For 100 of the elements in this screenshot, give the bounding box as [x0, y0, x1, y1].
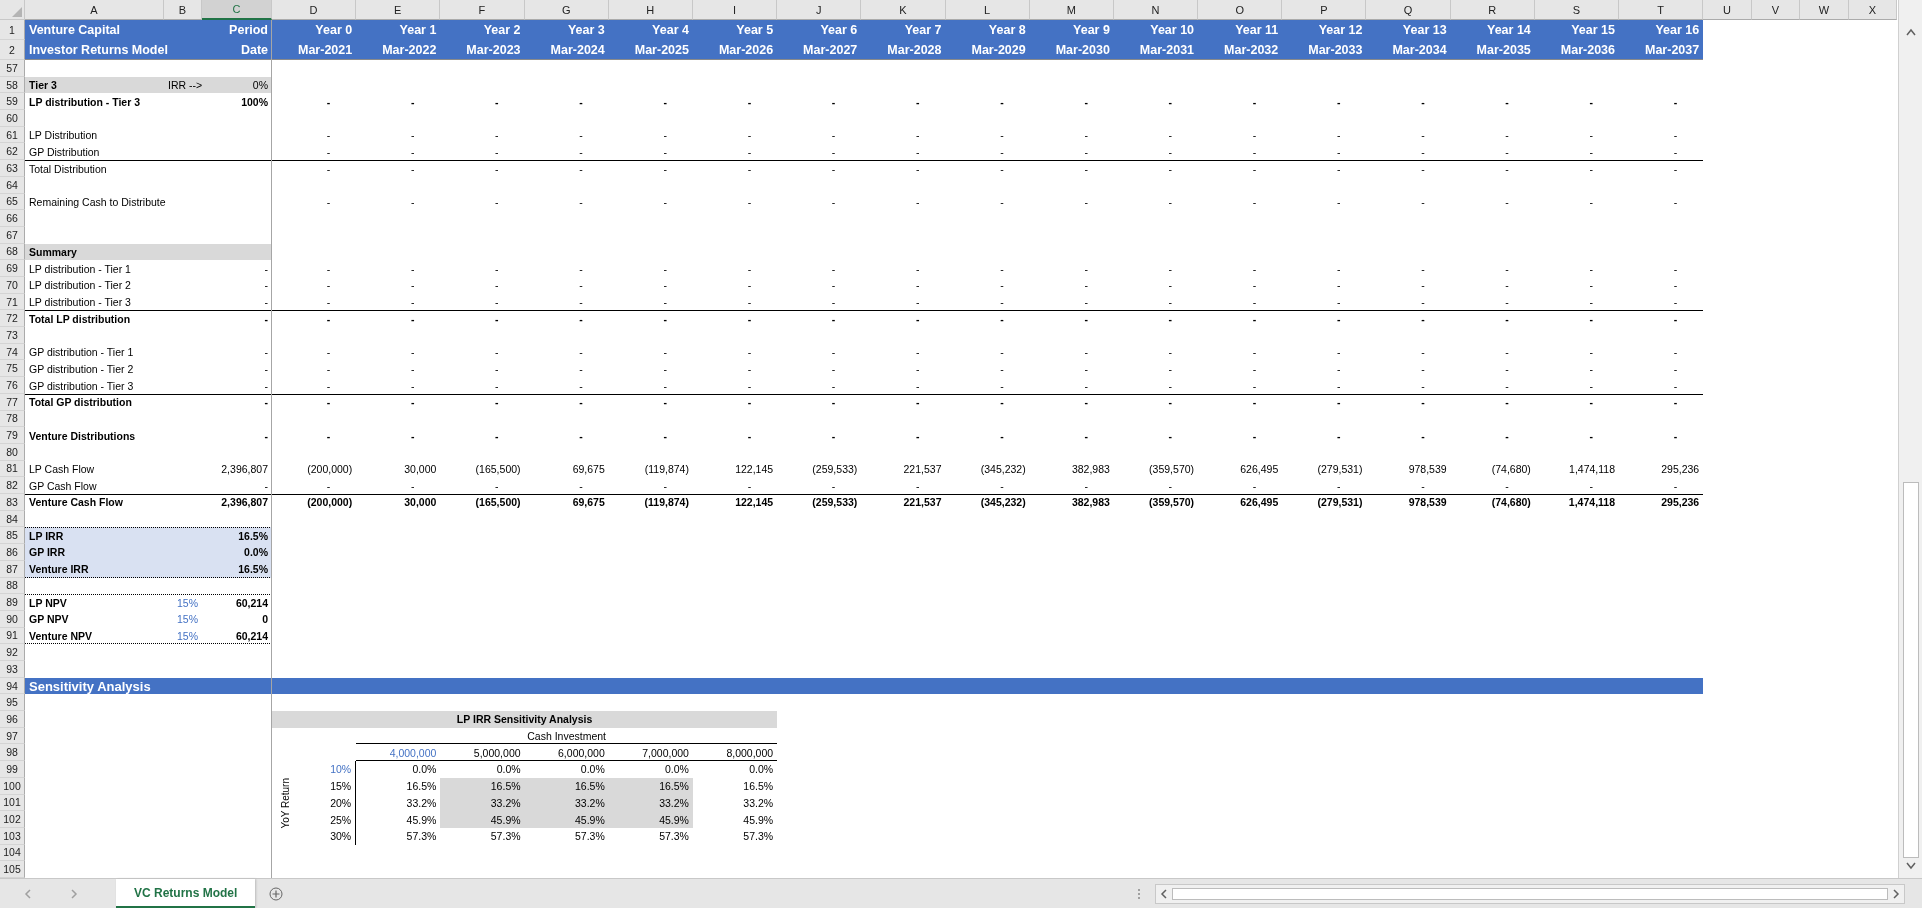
cell-value: -: [263, 428, 269, 444]
row-header[interactable]: 92: [0, 644, 25, 661]
column-header[interactable]: S: [1534, 0, 1619, 20]
cell-value: (119,874): [643, 462, 690, 477]
previous-sheet-icon[interactable]: [24, 888, 32, 899]
row-header[interactable]: 60: [0, 110, 25, 127]
column-header[interactable]: M: [1029, 0, 1114, 20]
row-header[interactable]: 69: [0, 260, 25, 277]
next-sheet-icon[interactable]: [70, 888, 78, 899]
cell-value: 0.0%: [664, 762, 690, 778]
period-label: Mar-2024: [549, 42, 606, 59]
column-header[interactable]: V: [1751, 0, 1801, 20]
row-header[interactable]: 102: [0, 811, 25, 828]
column-header[interactable]: K: [861, 0, 946, 20]
column-header[interactable]: C: [202, 0, 272, 20]
scroll-left-icon[interactable]: [1160, 888, 1168, 899]
row-header[interactable]: 1: [0, 20, 25, 40]
period-label: Mar-2026: [717, 42, 775, 59]
cell-value: -: [1672, 128, 1679, 144]
cell-value: -: [1083, 144, 1089, 160]
cell-value: -: [1588, 278, 1594, 294]
column-header[interactable]: R: [1450, 0, 1535, 20]
row-header[interactable]: 2: [0, 40, 25, 60]
metric-value: 16.5%: [237, 528, 269, 544]
cell-value: -: [1335, 161, 1342, 177]
scroll-right-icon[interactable]: [1892, 888, 1900, 899]
metric-value: 16.5%: [237, 562, 269, 578]
row-header[interactable]: 98: [0, 744, 25, 762]
scroll-down-icon[interactable]: [1905, 862, 1916, 870]
column-header[interactable]: X: [1848, 0, 1898, 20]
cell-value: -: [830, 361, 837, 377]
row-header[interactable]: 82: [0, 477, 25, 495]
cell-value: 382,983: [1070, 495, 1111, 511]
sheet-tab[interactable]: VC Returns Model: [116, 879, 256, 908]
column-header[interactable]: J: [777, 0, 862, 20]
cell-value: -: [1420, 478, 1426, 494]
row-header[interactable]: 57: [0, 60, 25, 77]
row-header[interactable]: 76: [0, 377, 25, 394]
row-header[interactable]: 63: [0, 160, 25, 177]
column-header[interactable]: W: [1800, 0, 1849, 20]
column-header[interactable]: I: [692, 0, 778, 20]
cell-value: -: [1504, 144, 1510, 160]
column-header[interactable]: P: [1282, 0, 1367, 20]
row-header[interactable]: 66: [0, 210, 25, 227]
column-header[interactable]: O: [1198, 0, 1283, 20]
column-header[interactable]: Q: [1366, 0, 1451, 20]
row-header[interactable]: 99: [0, 761, 25, 778]
column-header[interactable]: G: [524, 0, 609, 20]
period-label: Mar-2029: [970, 42, 1027, 59]
row-header[interactable]: 70: [0, 277, 25, 294]
cell-value: -: [578, 361, 584, 377]
row-header[interactable]: 59: [0, 93, 25, 111]
row-header[interactable]: 86: [0, 544, 25, 561]
cell-value: (279,531): [1316, 462, 1364, 477]
column-header[interactable]: H: [608, 0, 693, 20]
row-header[interactable]: 73: [0, 327, 25, 344]
column-header[interactable]: N: [1113, 0, 1199, 20]
column-header[interactable]: T: [1619, 0, 1704, 20]
cell-value: -: [1672, 311, 1679, 327]
cell-value: 16.5%: [440, 777, 525, 795]
column-header[interactable]: E: [356, 0, 441, 20]
column-header[interactable]: U: [1703, 0, 1752, 20]
column-header[interactable]: F: [440, 0, 525, 20]
cell-value: -: [263, 261, 269, 277]
row-header[interactable]: 95: [0, 694, 25, 712]
column-header[interactable]: A: [25, 0, 164, 20]
cell-value: -: [1083, 361, 1089, 377]
row-header[interactable]: 96: [0, 711, 25, 728]
cell-value: -: [662, 161, 668, 177]
period-label: Mar-2025: [633, 42, 690, 59]
cell-value: 2,396,807: [220, 462, 269, 477]
cell-value: -: [578, 395, 584, 411]
column-header[interactable]: D: [272, 0, 357, 20]
select-all-button[interactable]: [0, 0, 25, 20]
horizontal-scrollbar[interactable]: [1155, 883, 1905, 904]
column-header[interactable]: L: [945, 0, 1030, 20]
row-header[interactable]: 62: [0, 143, 25, 161]
scroll-thumb[interactable]: [1902, 481, 1919, 858]
cell-value: -: [1251, 144, 1258, 160]
row-header[interactable]: 85: [0, 527, 25, 545]
scroll-thumb[interactable]: [1172, 887, 1888, 900]
cell-value: -: [915, 395, 921, 411]
row-header[interactable]: 83: [0, 494, 25, 511]
add-sheet-icon[interactable]: [269, 886, 284, 901]
cell-value: -: [1167, 395, 1174, 411]
splitter-icon[interactable]: [1137, 887, 1141, 900]
row-header[interactable]: 75: [0, 360, 25, 378]
column-header[interactable]: B: [164, 0, 202, 20]
row-header[interactable]: 72: [0, 310, 25, 328]
vertical-scrollbar[interactable]: [1898, 0, 1922, 878]
cell-value: -: [662, 144, 668, 160]
row-header[interactable]: 79: [0, 427, 25, 444]
cell-value: -: [1672, 361, 1679, 377]
period-label: Year 6: [819, 22, 859, 39]
scroll-up-icon[interactable]: [1905, 28, 1916, 36]
row-header[interactable]: 89: [0, 594, 25, 611]
cell-value: -: [830, 428, 837, 444]
row-header[interactable]: 105: [0, 861, 25, 878]
cell-value: -: [578, 194, 584, 210]
cell-value: 221,537: [902, 495, 943, 511]
